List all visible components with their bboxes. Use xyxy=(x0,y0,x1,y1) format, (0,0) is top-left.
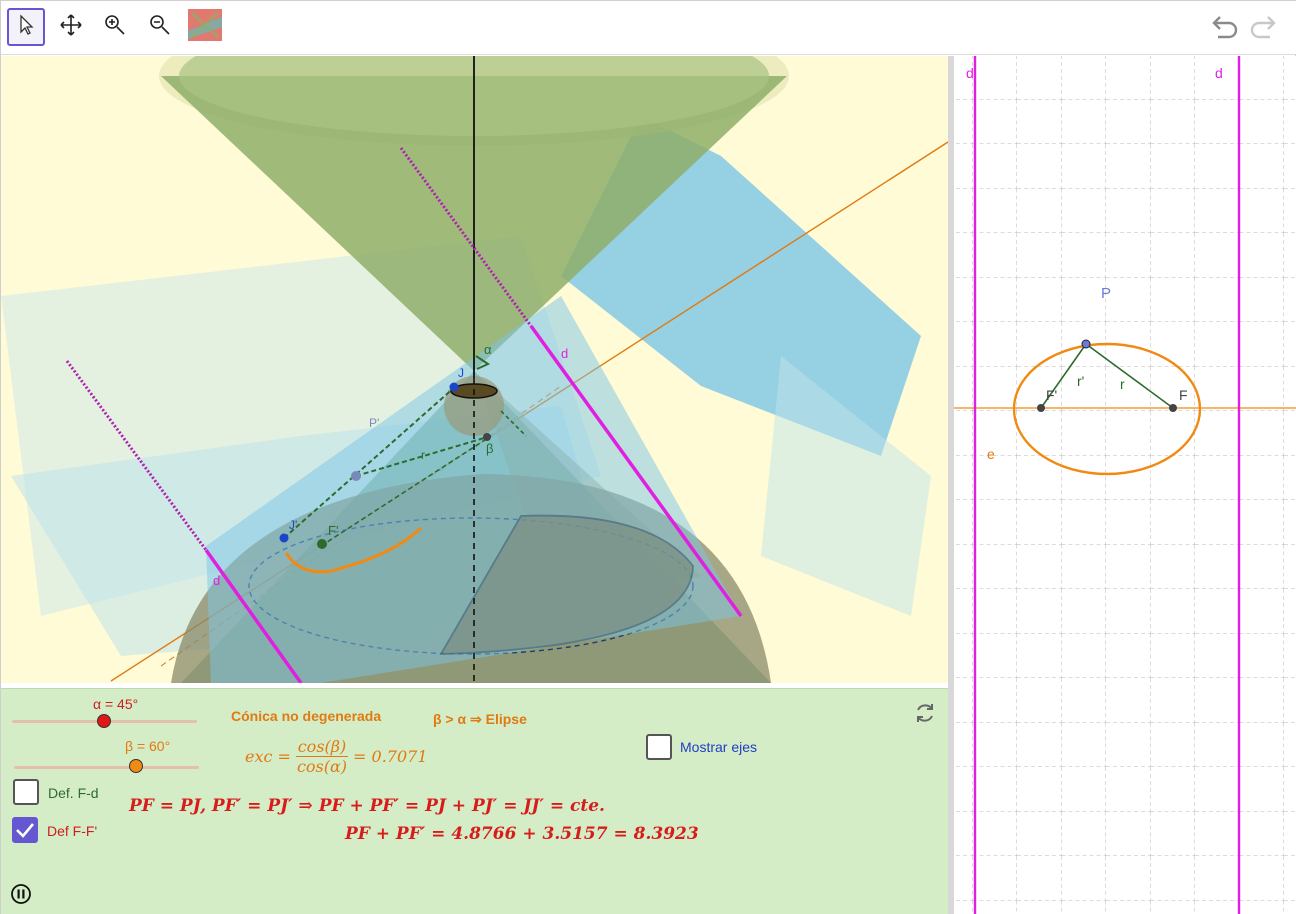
axis-e-label: e xyxy=(987,446,995,462)
def-ff-checkbox[interactable] xyxy=(12,817,38,843)
move-cross-icon xyxy=(59,13,83,42)
directrix-left-label: d xyxy=(213,573,221,588)
arrow-cursor-icon xyxy=(17,13,35,41)
checkmark-icon xyxy=(16,823,34,838)
exc-fraction: cos(β) cos(α) xyxy=(295,737,349,776)
graphics-3d-view[interactable]: α β J J' F' P' r d d xyxy=(1,56,948,683)
scene-2d xyxy=(954,56,1296,914)
graphics-2d-view[interactable]: d d e P F' F r' r xyxy=(951,56,1296,914)
directrix-right-label: d xyxy=(561,346,569,361)
beta-slider-label: β = 60° xyxy=(125,738,171,754)
focus-f-label: F xyxy=(1179,387,1188,403)
exc-numerator: cos(β) xyxy=(295,737,349,757)
move-graphics-view-button[interactable] xyxy=(52,8,90,46)
geogebra-app: α β J J' F' P' r d d α = 45° β = 60° Cón… xyxy=(0,0,1296,914)
alpha-angle-label: α xyxy=(484,342,492,357)
reset-button[interactable] xyxy=(913,701,937,725)
focal-definition-formula: PF = PJ, PF′ = PJ′ ⇒ PF + PF′ = PJ + PJ′… xyxy=(129,796,605,816)
radius-r-label-2d: r xyxy=(1120,376,1125,392)
point-p-label: P xyxy=(1101,285,1112,302)
move-tool-button[interactable] xyxy=(7,8,45,46)
directrix-right-label-2d: d xyxy=(1215,65,1223,81)
custom-tool-button[interactable] xyxy=(186,8,224,46)
def-fd-label: Def. F-d xyxy=(48,785,99,801)
zoom-in-button[interactable] xyxy=(96,8,134,46)
redo-icon xyxy=(1248,13,1278,44)
scene-3d xyxy=(1,56,948,683)
directrix-left-label-2d: d xyxy=(966,65,974,81)
exc-prefix: exc = xyxy=(245,747,291,766)
custom-image-icon xyxy=(188,8,222,46)
radius-r-prime-label: r' xyxy=(1077,373,1085,389)
conic-relation-text: β > α ⇒ Elipse xyxy=(433,711,527,727)
exc-value: = 0.7071 xyxy=(353,747,428,766)
point-j-label: J xyxy=(458,366,464,380)
undo-icon xyxy=(1210,13,1240,44)
point-j-prime-label: J' xyxy=(289,518,298,532)
zoom-in-icon xyxy=(103,13,127,42)
zoom-out-button[interactable] xyxy=(141,8,179,46)
eccentricity-formula: exc = cos(β) cos(α) = 0.7071 xyxy=(245,737,428,776)
show-axes-label: Mostrar ejes xyxy=(680,739,758,755)
controls-panel: α = 45° β = 60° Cónica no degenerada β >… xyxy=(1,688,948,914)
undo-button[interactable] xyxy=(1209,13,1241,43)
exc-denominator: cos(α) xyxy=(296,757,348,776)
beta-angle-label: β xyxy=(486,441,494,456)
conic-type-text: Cónica no degenerada xyxy=(231,708,382,724)
def-fd-checkbox[interactable] xyxy=(13,779,39,805)
refresh-icon xyxy=(913,704,937,729)
point-f-prime-label: F' xyxy=(328,523,339,538)
radius-r-label: r xyxy=(421,448,425,462)
show-axes-checkbox[interactable] xyxy=(646,734,672,760)
pause-animation-button[interactable] xyxy=(10,883,32,905)
point-p-prime-label: P' xyxy=(369,416,380,430)
focus-f-prime-label: F' xyxy=(1046,387,1058,403)
redo-button[interactable] xyxy=(1247,13,1279,43)
pause-icon xyxy=(10,884,32,909)
zoom-out-icon xyxy=(148,13,172,42)
focal-sum-formula: PF + PF′ = 4.8766 + 3.5157 = 8.3923 xyxy=(345,824,699,844)
alpha-slider-label: α = 45° xyxy=(93,696,139,712)
def-ff-label: Def F-F' xyxy=(47,823,98,839)
toolbar xyxy=(1,1,1296,55)
beta-slider-knob[interactable] xyxy=(129,759,143,773)
beta-slider-track[interactable] xyxy=(14,766,199,769)
alpha-slider-knob[interactable] xyxy=(97,714,111,728)
